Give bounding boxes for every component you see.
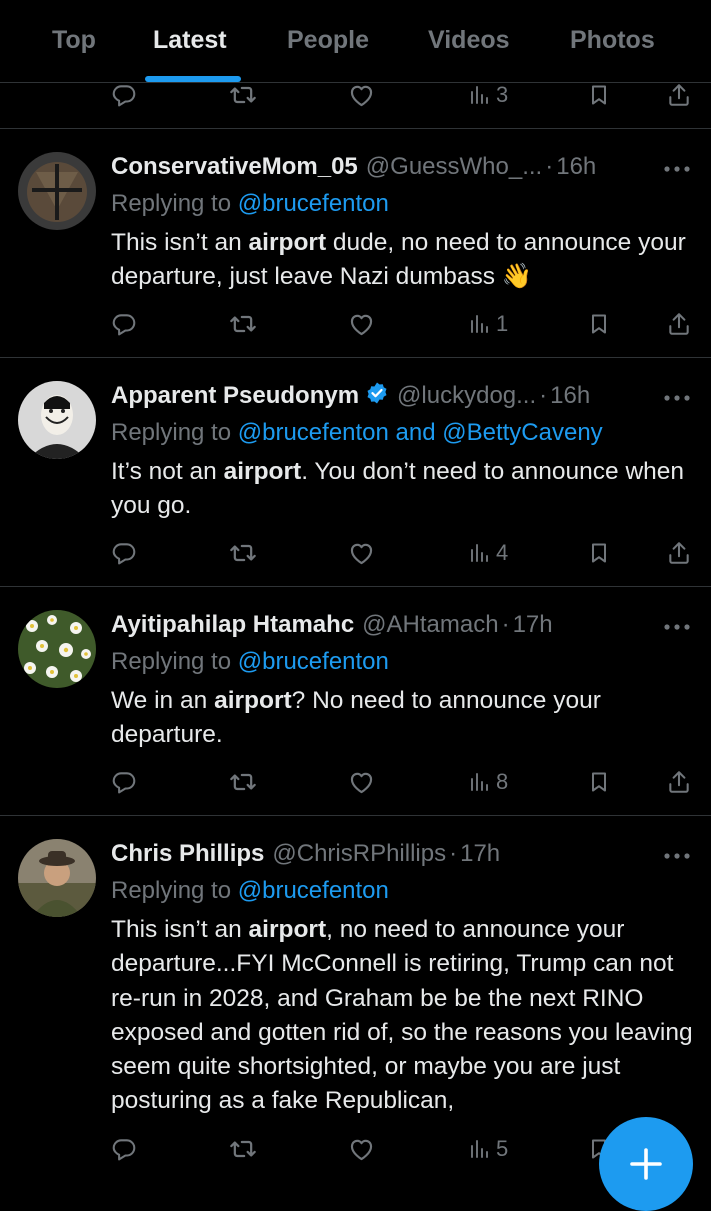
tab-videos[interactable]: Videos [428,26,510,55]
replying-to: Replying to @brucefenton [111,648,389,676]
tab-photos[interactable]: Photos [570,26,655,55]
replying-to: Replying to @brucefenton and @BettyCaven… [111,419,603,447]
user-handle[interactable]: @AHtamach [362,611,498,639]
retweet-icon[interactable] [229,533,257,573]
divider [0,128,711,129]
views-icon[interactable]: 1 [468,304,508,344]
separator: · [539,382,548,409]
bookmark-icon[interactable] [587,762,611,802]
replying-to: Replying to @brucefenton [111,877,389,905]
search-tabs-bar: Top Latest People Videos Photos [0,0,711,83]
retweet-icon[interactable] [229,1129,257,1169]
replying-label: Replying to [111,419,238,446]
heart-icon[interactable] [348,304,375,344]
heart-icon[interactable] [348,533,375,573]
retweet-icon[interactable] [229,762,257,802]
separator: · [449,840,458,867]
tweet-header: Apparent Pseudonym @luckydog... · 16h [111,379,691,413]
divider [0,586,711,587]
tweet-header: ConservativeMom_05 @GuessWho_... · 16h [111,150,691,184]
timestamp[interactable]: 17h [460,840,500,868]
timestamp[interactable]: 17h [513,611,553,639]
replying-to: Replying to @brucefenton [111,190,389,218]
more-icon[interactable] [663,618,691,636]
avatar[interactable] [18,610,96,688]
tweet[interactable]: Ayitipahilap Htamahc @AHtamach · 17h Rep… [0,588,711,816]
tweet-text: It’s not an airport. You don’t need to a… [111,458,685,520]
avatar[interactable] [18,152,96,230]
tweet-actions: 8 [0,762,711,802]
more-icon[interactable] [663,160,691,178]
active-tab-indicator [145,76,241,82]
tweet-actions: 4 [0,533,711,573]
views-icon[interactable]: 5 [468,1129,508,1169]
views-count: 3 [496,82,509,107]
display-name[interactable]: Chris Phillips [111,840,264,868]
separator: · [545,153,554,180]
heart-icon[interactable] [348,762,375,802]
replying-label: Replying to [111,877,238,904]
replying-label: Replying to [111,648,238,675]
tweet-header: Chris Phillips @ChrisRPhillips · 17h [111,837,691,871]
bookmark-icon[interactable] [587,533,611,573]
user-handle[interactable]: @ChrisRPhillips [272,840,446,868]
reply-icon[interactable] [111,533,137,573]
views-count: 4 [496,540,509,565]
heart-icon[interactable] [348,1129,375,1169]
mention-link[interactable]: @brucefenton [238,190,389,217]
tweet-header: Ayitipahilap Htamahc @AHtamach · 17h [111,608,691,642]
more-icon[interactable] [663,389,691,407]
more-icon[interactable] [663,847,691,865]
avatar[interactable] [18,839,96,917]
tweet-text: This isn’t an airport dude, no need to a… [111,229,686,291]
retweet-icon[interactable] [229,304,257,344]
mention-link[interactable]: @brucefenton [238,648,389,675]
views-icon[interactable]: 4 [468,533,508,573]
tweet-actions: 1 [0,304,711,344]
share-icon[interactable] [666,304,692,344]
tweet-text: We in an airport? No need to announce yo… [111,687,601,749]
verified-badge-icon [365,381,389,412]
user-handle[interactable]: @GuessWho_... [366,153,542,181]
timestamp[interactable]: 16h [556,153,596,181]
tweet-text: This isn’t an airport, no need to announ… [111,916,693,1115]
tab-top[interactable]: Top [52,26,96,55]
user-handle[interactable]: @luckydog... [397,382,536,410]
plus-icon [630,1148,662,1180]
bookmark-icon[interactable] [587,304,611,344]
tweet[interactable]: ConservativeMom_05 @GuessWho_... · 16h R… [0,130,711,358]
views-count: 1 [496,311,509,336]
share-icon[interactable] [666,533,692,573]
replying-label: Replying to [111,190,238,217]
tab-latest[interactable]: Latest [153,26,227,55]
display-name[interactable]: Apparent Pseudonym [111,382,359,410]
timestamp[interactable]: 16h [550,382,590,410]
reply-icon[interactable] [111,304,137,344]
reply-icon[interactable] [111,762,137,802]
mention-link[interactable]: @brucefenton and @BettyCaveny [238,419,603,446]
reply-icon[interactable] [111,1129,137,1169]
compose-button[interactable] [599,1117,693,1211]
avatar[interactable] [18,381,96,459]
views-icon[interactable]: 8 [468,762,508,802]
tab-people[interactable]: People [287,26,369,55]
views-count: 5 [496,1136,509,1161]
views-count: 8 [496,769,509,794]
display-name[interactable]: ConservativeMom_05 [111,153,358,181]
separator: · [501,611,510,638]
tweet[interactable]: Apparent Pseudonym @luckydog... · 16h Re… [0,359,711,587]
divider [0,357,711,358]
mention-link[interactable]: @brucefenton [238,877,389,904]
divider [0,815,711,816]
display-name[interactable]: Ayitipahilap Htamahc [111,611,354,639]
share-icon[interactable] [666,762,692,802]
